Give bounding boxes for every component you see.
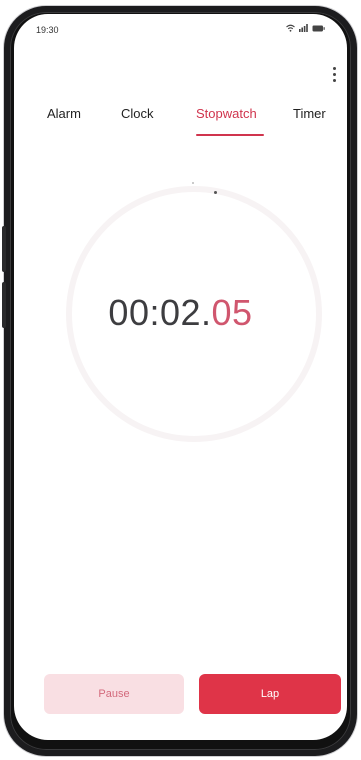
- tab-timer[interactable]: Timer: [293, 106, 326, 121]
- tab-clock[interactable]: Clock: [121, 106, 154, 121]
- dial-marker: [214, 191, 217, 194]
- screen: 19:30 Alarm Clock Stopwatch Timer 00:02.…: [14, 14, 347, 740]
- power-button: [2, 282, 6, 328]
- status-time: 19:30: [36, 25, 59, 35]
- tab-alarm[interactable]: Alarm: [47, 106, 81, 121]
- more-vertical-icon[interactable]: [327, 64, 341, 84]
- status-icons: [286, 24, 325, 32]
- stopwatch-time-main: 00:02.: [108, 292, 212, 333]
- status-bar: 19:30: [14, 14, 347, 38]
- stopwatch-time: 00:02.05: [14, 292, 347, 334]
- tab-active-indicator: [196, 134, 264, 136]
- volume-button: [2, 226, 6, 272]
- tab-stopwatch[interactable]: Stopwatch: [196, 106, 257, 121]
- stopwatch-time-hundredths: 05: [211, 292, 253, 333]
- tab-bar: Alarm Clock Stopwatch Timer: [14, 106, 347, 146]
- pause-button[interactable]: Pause: [44, 674, 184, 714]
- wifi-icon: [286, 24, 295, 32]
- lap-button[interactable]: Lap: [199, 674, 341, 714]
- battery-icon: [312, 25, 325, 31]
- dial-marker-faint: [192, 182, 194, 184]
- signal-icon: [299, 24, 308, 32]
